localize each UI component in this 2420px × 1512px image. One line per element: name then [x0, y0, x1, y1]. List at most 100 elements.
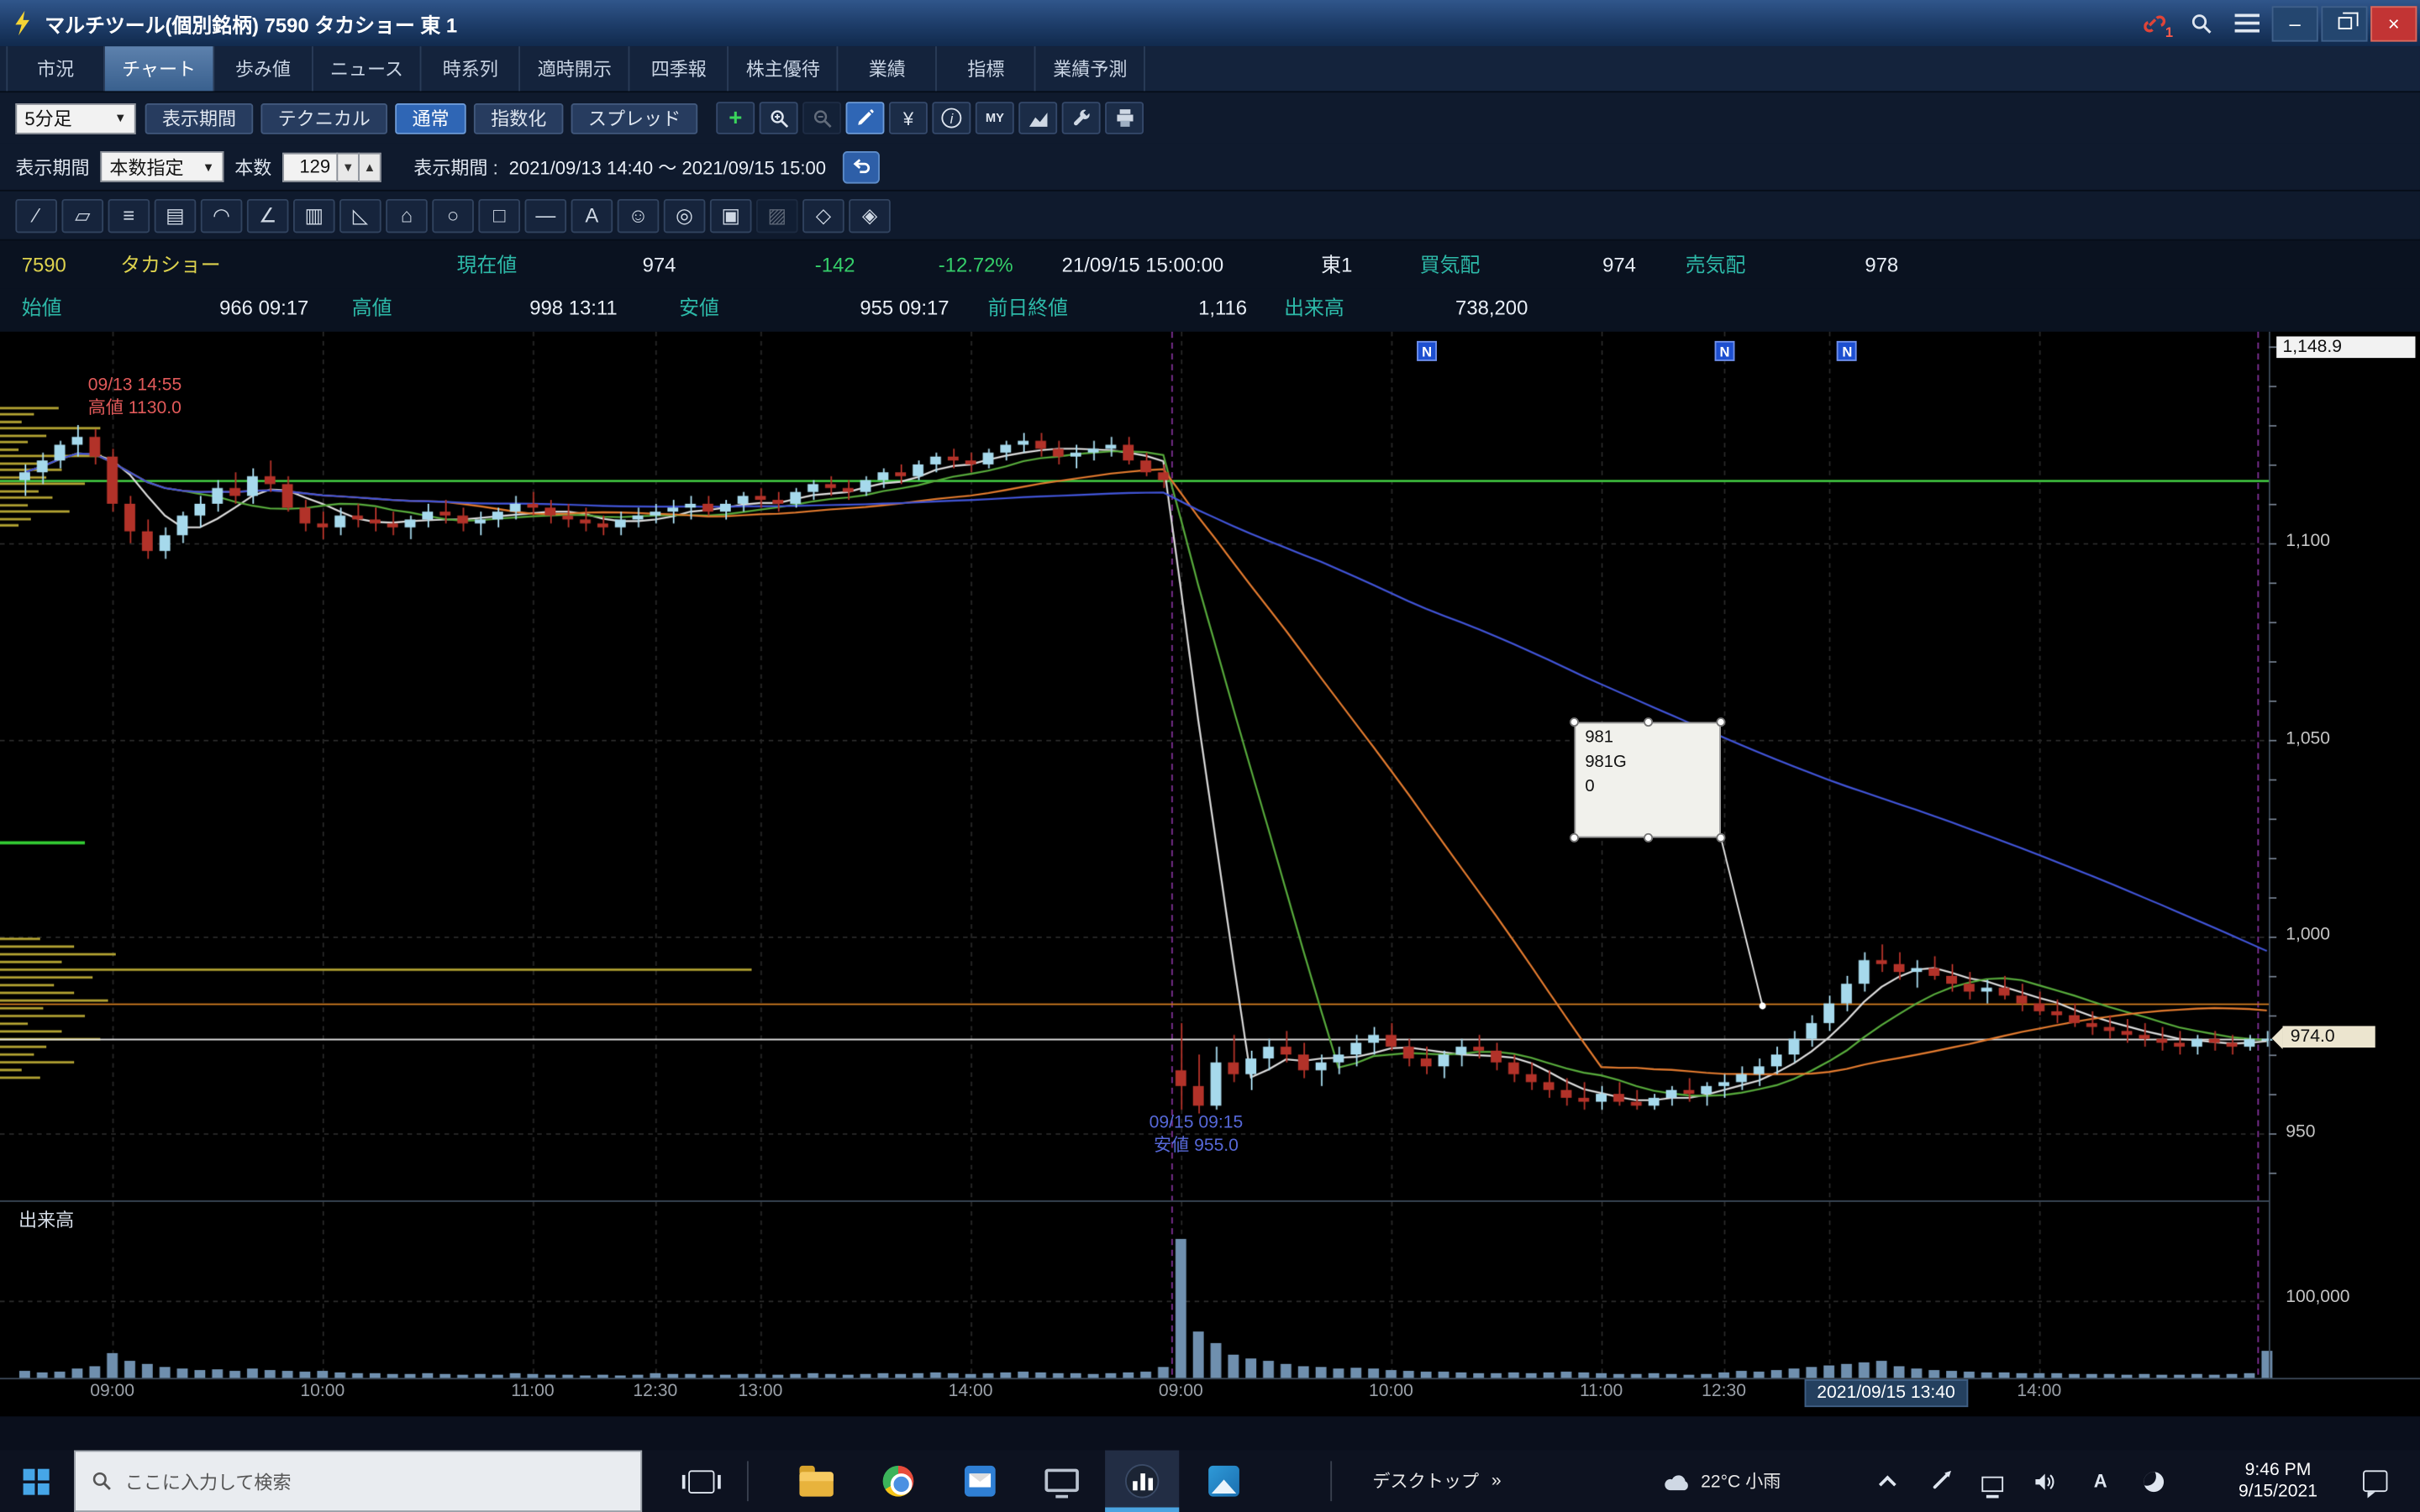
news-marker[interactable]: N [1714, 341, 1734, 361]
angle-line-tool-button[interactable]: ◺ [339, 198, 381, 232]
tab-gyoseki-yosoku[interactable]: 業績予測 [1036, 46, 1145, 91]
normal-button[interactable]: 通常 [395, 102, 466, 134]
polygon-tool-button[interactable]: ⌂ [386, 198, 428, 232]
menu-icon[interactable] [2226, 6, 2269, 39]
focus-assist-icon[interactable] [2130, 1451, 2176, 1512]
stock-name: タカショー [120, 241, 220, 289]
tab-yutai[interactable]: 株主優待 [729, 46, 839, 91]
technical-button[interactable]: テクニカル [260, 102, 387, 134]
crosshair-button[interactable]: + [716, 102, 755, 134]
chart-type-button[interactable] [1018, 102, 1057, 134]
selection-handle[interactable] [1716, 833, 1725, 843]
horizontal-line-tool-button[interactable]: — [524, 198, 566, 232]
network-icon[interactable] [1970, 1451, 2016, 1512]
tab-bar: 市況チャート歩み値ニュース時系列適時開示四季報株主優待業績指標業績予測 [0, 46, 2420, 92]
pen-icon[interactable] [1917, 1451, 1963, 1512]
yen-button[interactable]: ¥ [889, 102, 928, 134]
tab-news[interactable]: ニュース [313, 46, 422, 91]
time-lines-tool-button[interactable]: ▥ [293, 198, 335, 232]
text-tool-button[interactable]: A [571, 198, 613, 232]
zoom-out-button[interactable] [802, 102, 841, 134]
mail-button[interactable] [943, 1451, 1017, 1512]
ime-indicator[interactable]: A [2077, 1451, 2123, 1512]
copy-object-tool-button[interactable]: ▣ [710, 198, 752, 232]
count-down-button[interactable]: ▼ [336, 152, 360, 181]
marker-tool-button[interactable]: ◎ [664, 198, 706, 232]
notification-center-icon[interactable] [2352, 1451, 2398, 1512]
hatch-tool-button[interactable]: ▨ [756, 198, 798, 232]
high-value: 998 13:11 [478, 288, 617, 328]
x-axis-label: 11:00 [511, 1383, 554, 1401]
start-button[interactable] [0, 1451, 71, 1512]
index-button[interactable]: 指数化 [474, 102, 564, 134]
quote-row-primary: 7590 タカショー 現在値 974 -142 -12.72% 21/09/15… [0, 241, 2420, 289]
desktop-toolbar[interactable]: デスクトップ » [1352, 1451, 1522, 1512]
chrome-button[interactable] [861, 1451, 935, 1512]
weather-widget[interactable]: 22°C 小雨 [1664, 1451, 1846, 1512]
clear-all-tool-button[interactable]: ◈ [849, 198, 891, 232]
rectangle-tool-button[interactable]: □ [478, 198, 520, 232]
task-view-button[interactable] [666, 1451, 734, 1512]
volume-icon[interactable] [2022, 1451, 2068, 1512]
grid-lines-tool-button[interactable]: ▤ [155, 198, 197, 232]
selection-handle[interactable] [1570, 833, 1579, 843]
count-up-button[interactable]: ▲ [358, 152, 381, 181]
interval-select[interactable]: 5分足▼ [15, 102, 135, 134]
gann-fan-tool-button[interactable]: ∠ [247, 198, 289, 232]
price-chart-canvas[interactable] [0, 332, 2420, 1416]
tray-expand-icon[interactable] [1865, 1451, 1911, 1512]
tab-shihyo[interactable]: 指標 [937, 46, 1036, 91]
restore-button[interactable] [2321, 5, 2367, 40]
taskbar-divider [747, 1461, 749, 1501]
my-chart-button[interactable]: MY [976, 102, 1014, 134]
news-marker[interactable]: N [1417, 341, 1437, 361]
info-button[interactable]: i [933, 102, 971, 134]
price-axis-label: 1,050 [2286, 729, 2330, 748]
trading-app-button[interactable] [1105, 1451, 1179, 1512]
link-icon[interactable]: 1 [2133, 6, 2175, 39]
tab-tekijikaiji[interactable]: 適時開示 [521, 46, 630, 91]
tab-ayumine[interactable]: 歩み値 [214, 46, 313, 91]
bar-count-input[interactable]: 129 [282, 152, 338, 181]
tab-shikyo[interactable]: 市況 [6, 46, 105, 91]
ask-value: 978 [1806, 241, 1898, 289]
ellipse-tool-button[interactable]: ○ [432, 198, 474, 232]
spread-button[interactable]: スプレッド [571, 102, 698, 134]
taskbar-clock[interactable]: 9:46 PM 9/15/2021 [2217, 1451, 2340, 1512]
open-label: 始値 [22, 288, 62, 328]
news-marker[interactable]: N [1837, 341, 1857, 361]
file-explorer-button[interactable] [780, 1451, 854, 1512]
search-icon[interactable] [2179, 6, 2222, 39]
settings-button[interactable] [1062, 102, 1101, 134]
tab-shikiho[interactable]: 四季報 [630, 46, 729, 91]
selection-handle[interactable] [1716, 717, 1725, 727]
zoom-in-button[interactable] [760, 102, 798, 134]
fib-arc-tool-button[interactable]: ◠ [201, 198, 243, 232]
selection-handle[interactable] [1644, 833, 1653, 843]
tab-chart[interactable]: チャート [105, 46, 214, 91]
search-input[interactable]: ここに入力して検索 [74, 1451, 642, 1512]
print-button[interactable] [1105, 102, 1144, 134]
tab-gyoseki[interactable]: 業績 [839, 46, 938, 91]
crosshair-time-label: 2021/09/15 13:40 [1805, 1379, 1968, 1407]
display-period-button[interactable]: 表示期間 [145, 102, 254, 134]
high-label: 高値 [352, 288, 392, 328]
trendline-tool-button[interactable]: ∕ [15, 198, 57, 232]
taskbar-divider [1330, 1461, 1332, 1501]
horizontal-lines-tool-button[interactable]: ≡ [108, 198, 150, 232]
tab-jikeiretsu[interactable]: 時系列 [422, 46, 521, 91]
measure-tool-button[interactable]: ▱ [61, 198, 103, 232]
count-mode-select[interactable]: 本数指定▼ [100, 151, 224, 182]
selection-handle[interactable] [1570, 717, 1579, 727]
icon-stamp-tool-button[interactable]: ☺ [618, 198, 660, 232]
reset-period-button[interactable] [843, 150, 880, 183]
note-box[interactable]: 981 981G 0 [1574, 722, 1720, 838]
draw-button[interactable] [846, 102, 885, 134]
selection-handle[interactable] [1644, 717, 1653, 727]
photos-button[interactable] [1186, 1451, 1260, 1512]
eraser-tool-button[interactable]: ◇ [802, 198, 844, 232]
photos-icon [1208, 1466, 1239, 1497]
monitor-app-button[interactable] [1025, 1451, 1099, 1512]
close-button[interactable]: × [2370, 5, 2417, 40]
minimize-button[interactable]: – [2272, 5, 2318, 40]
